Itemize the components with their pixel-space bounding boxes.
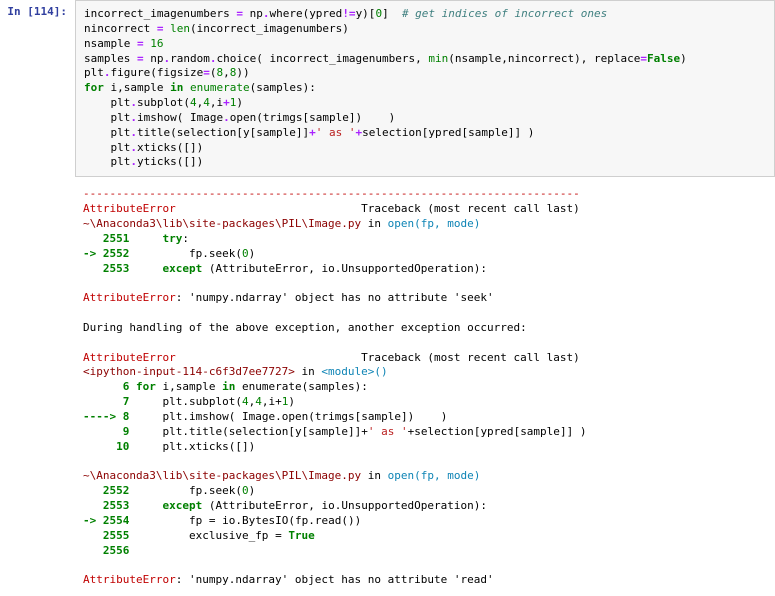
error-type: AttributeError	[83, 291, 176, 304]
lineno: 7	[83, 395, 129, 408]
during-msg: During handling of the above exception, …	[83, 321, 527, 334]
input-prompt: In [114]:	[7, 5, 67, 18]
lineno: 2551	[83, 232, 129, 245]
lineno: 2555	[83, 529, 129, 542]
output-cell: ----------------------------------------…	[0, 179, 775, 596]
error-type: AttributeError	[83, 351, 176, 364]
file-path: ~\Anaconda3\lib\site-packages\PIL\Image.…	[83, 469, 361, 482]
lineno: 2553	[83, 262, 129, 275]
file-path: ~\Anaconda3\lib\site-packages\PIL\Image.…	[83, 217, 361, 230]
prompt-area: In [114]:	[0, 0, 75, 177]
traceback-output: ----------------------------------------…	[75, 179, 775, 596]
output-prompt-spacer	[0, 179, 75, 596]
lineno: 2552	[83, 484, 129, 497]
error-type: AttributeError	[83, 573, 176, 586]
code-input[interactable]: incorrect_imagenumbers = np.where(ypred!…	[75, 0, 775, 177]
lineno: 2556	[83, 544, 129, 557]
error-type: AttributeError	[83, 202, 176, 215]
arrow-lineno: -> 2552	[83, 247, 129, 260]
file-path: <ipython-input-114-c6f3d7ee7727>	[83, 365, 295, 378]
code-cell: In [114]: incorrect_imagenumbers = np.wh…	[0, 0, 775, 177]
lineno: 6	[83, 380, 129, 393]
arrow-lineno: ----> 8	[83, 410, 129, 423]
lineno: 2553	[83, 499, 129, 512]
lineno: 9	[83, 425, 129, 438]
lineno: 10	[83, 440, 129, 453]
dash-line: ----------------------------------------…	[83, 187, 580, 200]
error-msg: : 'numpy.ndarray' object has no attribut…	[176, 291, 494, 304]
arrow-lineno: -> 2554	[83, 514, 129, 527]
error-msg: : 'numpy.ndarray' object has no attribut…	[176, 573, 494, 586]
